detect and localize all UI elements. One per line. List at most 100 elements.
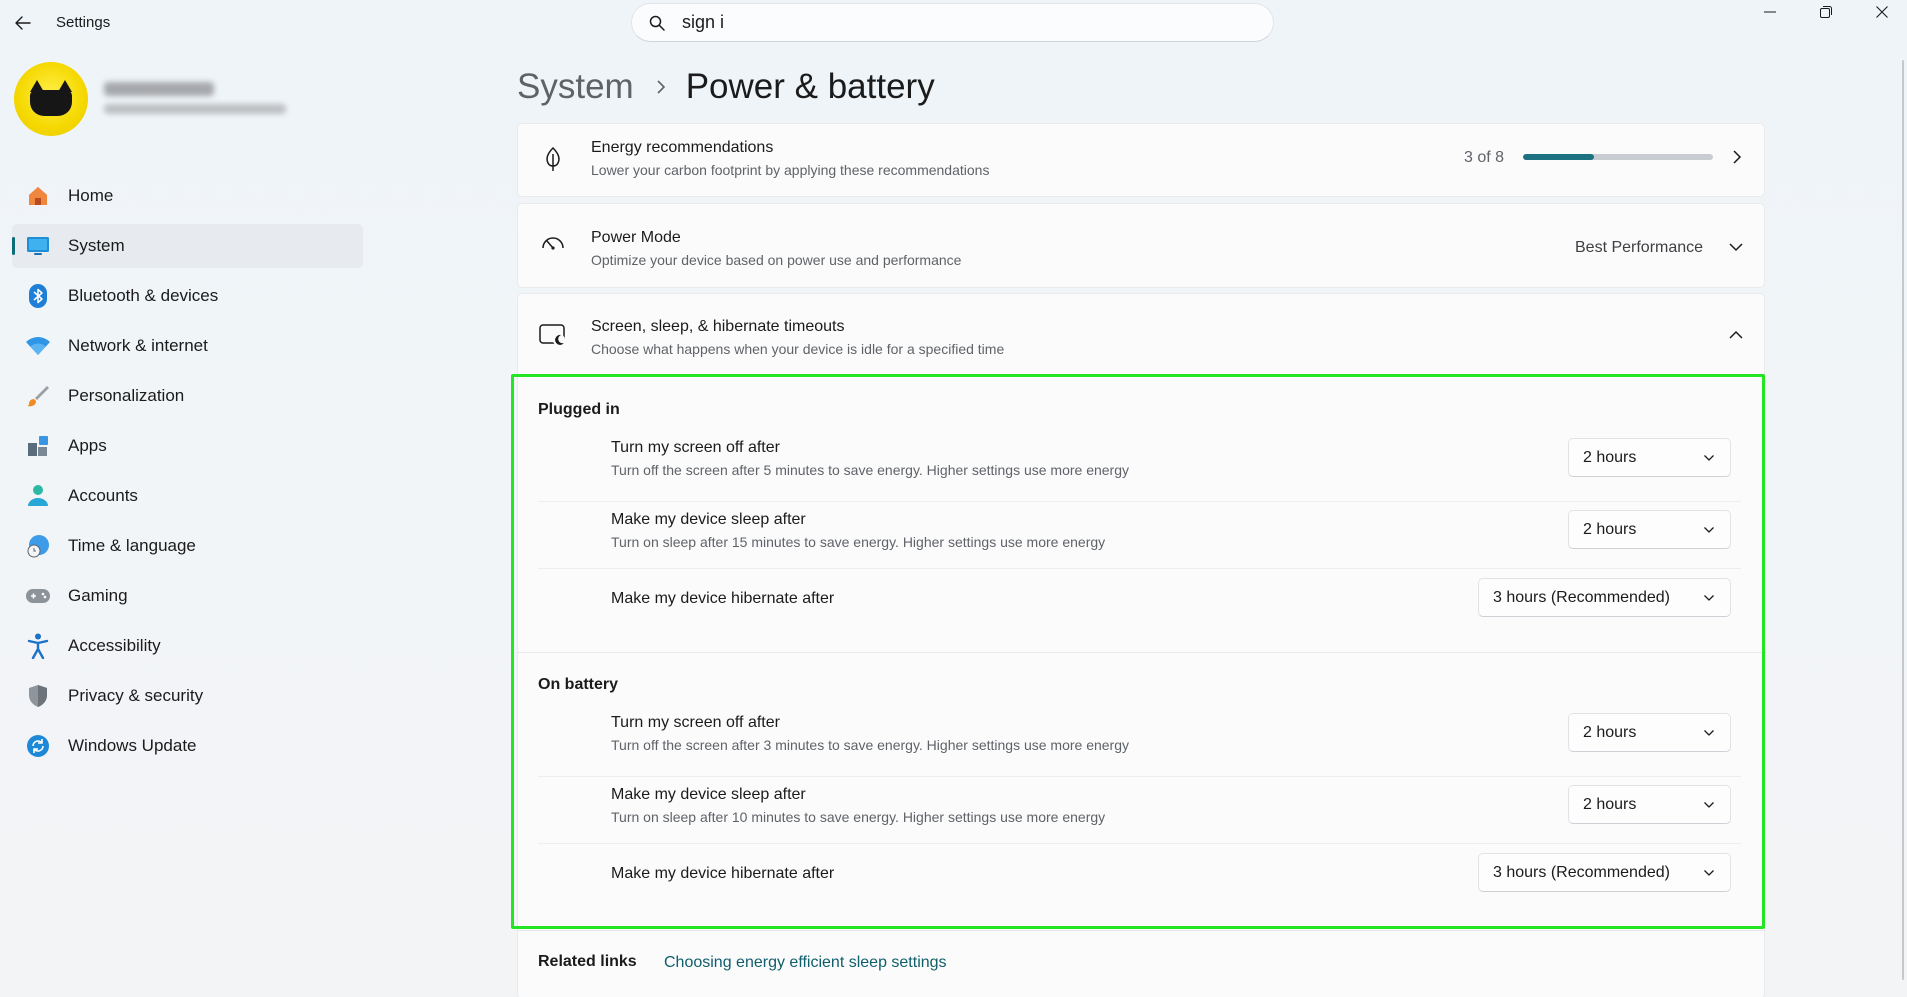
back-button[interactable] — [10, 10, 36, 36]
setting-title: Make my device sleep after — [611, 511, 806, 528]
breadcrumb-system[interactable]: System — [517, 67, 634, 107]
accessibility-icon — [25, 633, 51, 659]
profile-email-redacted — [104, 104, 286, 114]
timeouts-card: Screen, sleep, & hibernate timeouts Choo… — [517, 293, 1766, 997]
system-icon — [25, 233, 51, 259]
breadcrumb: System Power & battery — [517, 62, 935, 112]
setting-title: Make my device sleep after — [611, 786, 806, 803]
sidebar-item-system[interactable]: System — [12, 224, 363, 268]
sidebar-item-bluetooth[interactable]: Bluetooth & devices — [12, 274, 363, 318]
energy-progress-text: 3 of 8 — [1464, 149, 1505, 166]
globe-clock-icon — [25, 533, 51, 559]
energy-sleep-settings-link[interactable]: Choosing energy efficient sleep settings — [664, 954, 947, 972]
timeouts-description: Choose what happens when your device is … — [591, 341, 1005, 357]
accounts-icon — [25, 483, 51, 509]
energy-progress-bar — [1523, 154, 1713, 160]
back-arrow-icon — [15, 16, 31, 30]
chevron-up-icon[interactable] — [1726, 326, 1746, 344]
setting-title: Make my device hibernate after — [611, 865, 835, 882]
setting-description: Turn on sleep after 15 minutes to save e… — [611, 534, 1106, 550]
energy-recommendations-card[interactable]: Energy recommendations Lower your carbon… — [517, 123, 1765, 197]
battery-hibernate-row: Make my device hibernate after 3 hours (… — [538, 843, 1741, 909]
setting-title: Make my device hibernate after — [611, 590, 835, 607]
sidebar-item-accounts[interactable]: Accounts — [12, 474, 363, 518]
plugged-hibernate-row: Make my device hibernate after 3 hours (… — [538, 568, 1741, 634]
timeouts-title: Screen, sleep, & hibernate timeouts — [591, 318, 845, 335]
restore-icon — [1820, 6, 1832, 18]
brush-icon — [25, 383, 51, 409]
sidebar-item-gaming[interactable]: Gaming — [12, 574, 363, 618]
search-icon — [646, 12, 668, 34]
section-divider — [518, 652, 1766, 653]
chevron-down-icon — [1702, 798, 1716, 812]
restore-button[interactable] — [1798, 0, 1854, 24]
bluetooth-icon — [25, 283, 51, 309]
shield-icon — [25, 683, 51, 709]
battery-sleep-dropdown[interactable]: 2 hours — [1568, 785, 1731, 824]
battery-screen-off-row: Turn my screen off after Turn off the sc… — [538, 708, 1741, 774]
plugged-hibernate-dropdown[interactable]: 3 hours (Recommended) — [1478, 578, 1731, 617]
dropdown-value: 2 hours — [1583, 723, 1637, 741]
close-icon — [1876, 6, 1888, 18]
energy-progress-fill — [1523, 154, 1595, 160]
power-mode-description: Optimize your device based on power use … — [591, 252, 962, 268]
plugged-sleep-dropdown[interactable]: 2 hours — [1568, 510, 1731, 549]
timeouts-header[interactable]: Screen, sleep, & hibernate timeouts Choo… — [518, 294, 1766, 376]
dropdown-value: 2 hours — [1583, 520, 1637, 538]
setting-description: Turn off the screen after 3 minutes to s… — [611, 737, 1130, 753]
sidebar-item-home[interactable]: Home — [12, 174, 363, 218]
search-input[interactable] — [682, 12, 1242, 33]
setting-description: Turn off the screen after 5 minutes to s… — [611, 462, 1130, 478]
plugged-screen-off-row: Turn my screen off after Turn off the sc… — [538, 433, 1741, 499]
update-icon — [25, 733, 51, 759]
leaf-icon — [538, 144, 568, 174]
dropdown-value: 2 hours — [1583, 795, 1637, 813]
wifi-icon — [25, 333, 51, 359]
sidebar-item-accessibility[interactable]: Accessibility — [12, 624, 363, 668]
sidebar-item-personalization[interactable]: Personalization — [12, 374, 363, 418]
user-profile[interactable] — [14, 62, 354, 138]
plugged-screen-off-dropdown[interactable]: 2 hours — [1568, 438, 1731, 477]
scrollbar[interactable] — [1902, 60, 1904, 980]
setting-title: Turn my screen off after — [611, 714, 780, 731]
gamepad-icon — [25, 583, 51, 609]
apps-icon — [25, 433, 51, 459]
title-bar: Settings — [0, 0, 1907, 44]
dropdown-value: 3 hours (Recommended) — [1493, 588, 1670, 606]
dropdown-value: 3 hours (Recommended) — [1493, 863, 1670, 881]
sidebar-item-windows-update[interactable]: Windows Update — [12, 724, 363, 768]
battery-screen-off-dropdown[interactable]: 2 hours — [1568, 713, 1731, 752]
on-battery-label: On battery — [538, 676, 619, 693]
app-title: Settings — [56, 14, 111, 31]
energy-description: Lower your carbon footprint by applying … — [591, 162, 990, 178]
sidebar-nav: Home System Bluetooth & devices Network … — [12, 174, 363, 774]
battery-sleep-row: Make my device sleep after Turn on sleep… — [538, 776, 1741, 842]
profile-name-redacted — [104, 82, 214, 96]
close-button[interactable] — [1854, 0, 1907, 24]
minimize-icon — [1764, 11, 1776, 13]
chevron-down-icon — [1702, 726, 1716, 740]
plugged-sleep-row: Make my device sleep after Turn on sleep… — [538, 501, 1741, 567]
chevron-down-icon — [1702, 591, 1716, 605]
sidebar-item-time-language[interactable]: Time & language — [12, 524, 363, 568]
sidebar-item-apps[interactable]: Apps — [12, 424, 363, 468]
sidebar-item-privacy[interactable]: Privacy & security — [12, 674, 363, 718]
chevron-right-icon — [1728, 148, 1746, 166]
screen-sleep-icon — [538, 320, 568, 350]
setting-title: Turn my screen off after — [611, 439, 780, 456]
minimize-button[interactable] — [1742, 0, 1798, 24]
section-divider — [518, 930, 1766, 931]
home-icon — [25, 183, 51, 209]
chevron-down-icon[interactable] — [1726, 238, 1746, 256]
battery-hibernate-dropdown[interactable]: 3 hours (Recommended) — [1478, 853, 1731, 892]
setting-description: Turn on sleep after 10 minutes to save e… — [611, 809, 1106, 825]
search-box[interactable] — [631, 3, 1274, 42]
chevron-down-icon — [1702, 451, 1716, 465]
sidebar-item-network[interactable]: Network & internet — [12, 324, 363, 368]
dropdown-value: 2 hours — [1583, 448, 1637, 466]
chevron-right-icon — [656, 79, 666, 95]
avatar — [14, 62, 88, 136]
chevron-down-icon — [1702, 866, 1716, 880]
power-mode-card[interactable]: Power Mode Optimize your device based on… — [517, 203, 1765, 288]
power-mode-value[interactable]: Best Performance — [1575, 239, 1703, 257]
